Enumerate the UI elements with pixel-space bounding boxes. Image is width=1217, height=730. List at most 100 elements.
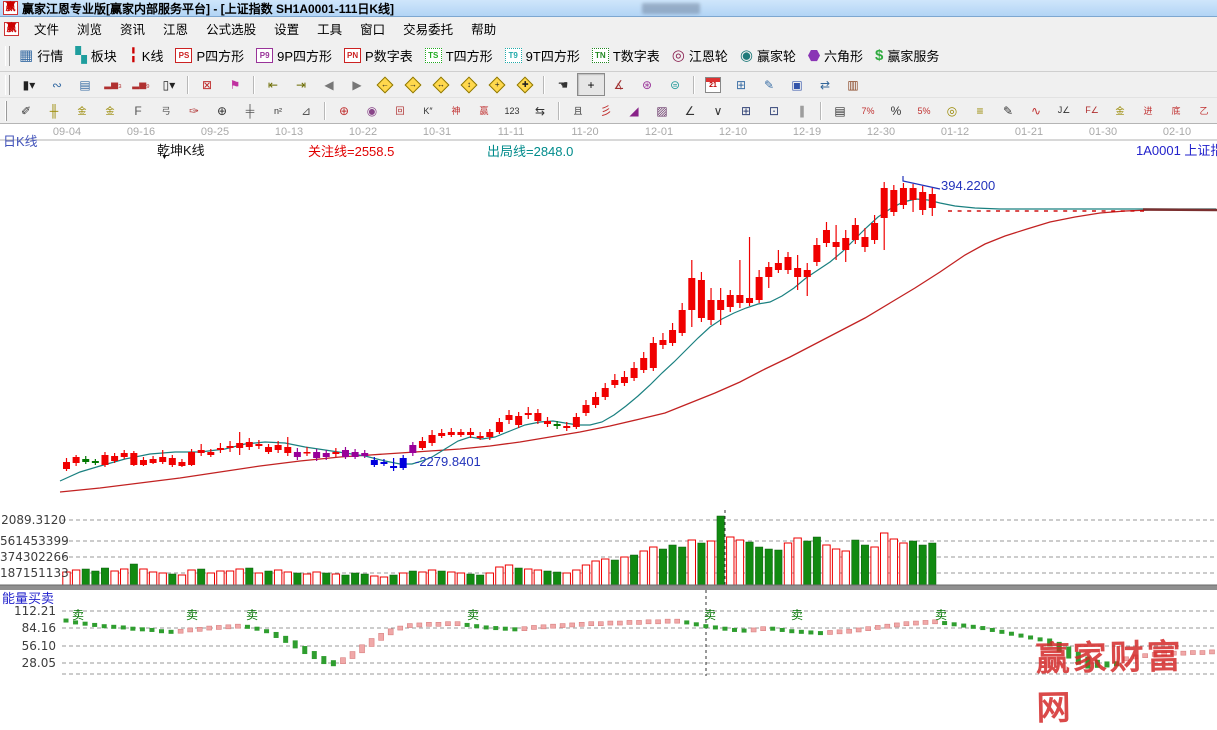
kline-style-dropdown[interactable]: ▮▾ xyxy=(15,73,43,96)
v-line-icon[interactable]: ∨ xyxy=(704,99,732,122)
next-bar-button[interactable]: ▶ xyxy=(343,73,371,96)
angle-line-icon[interactable]: ∠ xyxy=(676,99,704,122)
jin-angle-icon[interactable]: 进 xyxy=(1134,99,1162,122)
zoom-all-icon[interactable]: ✚ xyxy=(511,73,539,96)
toolbar-item-p-square[interactable]: PSP四方形 xyxy=(171,44,252,67)
brush-icon[interactable]: ✎ xyxy=(994,99,1022,122)
clipboard-icon[interactable]: ▤ xyxy=(71,73,99,96)
toolbar-item-hexagon[interactable]: 六角形 xyxy=(804,44,871,67)
bow-grid-icon[interactable]: 弓 xyxy=(152,99,180,122)
toolbar-item-gann-wheel[interactable]: ◎江恩轮 xyxy=(668,44,736,67)
fan-icon[interactable]: ◢ xyxy=(620,99,648,122)
target-red-icon[interactable]: ⊕ xyxy=(330,99,358,122)
spiral-icon[interactable]: ◉ xyxy=(358,99,386,122)
clock-target-icon[interactable]: ⊕ xyxy=(208,99,236,122)
save-icon[interactable]: ▣ xyxy=(783,73,811,96)
di-angle-icon[interactable]: 底 xyxy=(1162,99,1190,122)
toolbar-item-winner-service[interactable]: $赢家服务 xyxy=(871,44,947,67)
n2-grid-icon[interactable]: n² xyxy=(264,99,292,122)
menu-item-设置[interactable]: 设置 xyxy=(265,16,308,41)
gold-lines-icon[interactable]: ≡ xyxy=(966,99,994,122)
notes-icon[interactable]: ✎ xyxy=(755,73,783,96)
five-percent-icon[interactable]: 5% xyxy=(910,99,938,122)
crosshair-icon[interactable]: + xyxy=(577,73,605,96)
kline-type-caret-icon[interactable]: ▼ xyxy=(161,154,168,161)
menu-item-江恩[interactable]: 江恩 xyxy=(154,16,197,41)
grid-b-icon[interactable]: ⊡ xyxy=(760,99,788,122)
zoom-h-icon[interactable]: ↔ xyxy=(427,73,455,96)
fan-box-icon[interactable]: ▨ xyxy=(648,99,676,122)
ying-grid-icon[interactable]: 赢 xyxy=(470,99,498,122)
f-grid-icon[interactable]: F xyxy=(124,99,152,122)
box-spiral-icon[interactable]: 回 xyxy=(386,99,414,122)
range-arrows-icon[interactable]: ⇆ xyxy=(526,99,554,122)
chart-9-icon[interactable]: ▂▅₉ xyxy=(127,73,155,96)
toolbar-item-winner-wheel[interactable]: ◉赢家轮 xyxy=(736,44,804,67)
knot-tool-icon[interactable]: ⊜ xyxy=(661,73,689,96)
toolbar-item-9p-square[interactable]: P99P四方形 xyxy=(252,44,340,67)
mirror-angle-icon[interactable]: ⊿ xyxy=(292,99,320,122)
trend-knot-icon[interactable]: ∾ xyxy=(43,73,71,96)
menu-item-帮助[interactable]: 帮助 xyxy=(462,16,505,41)
gold-grid-icon[interactable]: 金 xyxy=(68,99,96,122)
gann-grid-icon[interactable]: ╫ xyxy=(40,99,68,122)
chart-3-icon[interactable]: ▂▅₃ xyxy=(99,73,127,96)
toolbar-grip[interactable] xyxy=(5,101,7,121)
menu-item-窗口[interactable]: 窗口 xyxy=(351,16,394,41)
histogram-flag-icon[interactable]: ⚑ xyxy=(221,73,249,96)
toolbar-item-sectors[interactable]: ▚板块 xyxy=(71,44,125,67)
number-grid-icon[interactable]: 123 xyxy=(498,99,526,122)
parallel-lines-icon[interactable]: ∥ xyxy=(788,99,816,122)
gold-circle-icon[interactable]: ◎ xyxy=(938,99,966,122)
menu-item-浏览[interactable]: 浏览 xyxy=(68,16,111,41)
menu-item-工具[interactable]: 工具 xyxy=(308,16,351,41)
toolbar-grip[interactable] xyxy=(5,46,10,66)
hash-grid-icon[interactable]: ╪ xyxy=(236,99,264,122)
menu-item-公式选股[interactable]: 公式选股 xyxy=(197,16,265,41)
j-angle-icon[interactable]: J∠ xyxy=(1050,99,1078,122)
zoom-in-icon[interactable]: + xyxy=(483,73,511,96)
last-bar-button[interactable]: ⇥ xyxy=(287,73,315,96)
pan-hand-icon[interactable]: ☚ xyxy=(549,73,577,96)
pen-tool-icon[interactable]: ✐ xyxy=(12,99,40,122)
toolbar-grip[interactable] xyxy=(5,75,10,95)
rays-icon[interactable]: 彡 xyxy=(592,99,620,122)
yi-angle-icon[interactable]: 乙 xyxy=(1190,99,1217,122)
menu-item-资讯[interactable]: 资讯 xyxy=(111,16,154,41)
shen-grid-icon[interactable]: 神 xyxy=(442,99,470,122)
toolbar-item-kline[interactable]: ╏K线 xyxy=(125,44,172,67)
marker-tool-icon[interactable]: ✑ xyxy=(180,99,208,122)
gann-shape-icon[interactable]: ⊛ xyxy=(633,73,661,96)
f-angle-icon[interactable]: F∠ xyxy=(1078,99,1106,122)
gold-angle-icon[interactable]: 金 xyxy=(1106,99,1134,122)
wave-icon[interactable]: ∿ xyxy=(1022,99,1050,122)
toolbar-item-quotes[interactable]: ▦行情 xyxy=(15,44,71,67)
seven-percent-icon[interactable]: 7% xyxy=(854,99,882,122)
menu-item-交易委托[interactable]: 交易委托 xyxy=(394,16,462,41)
zoom-left-icon[interactable]: ← xyxy=(371,73,399,96)
angle-measure-icon[interactable]: ∡ xyxy=(605,73,633,96)
order-icon[interactable]: ▥ xyxy=(839,73,867,96)
transfer-icon[interactable]: ⇄ xyxy=(811,73,839,96)
toolbar-item-t-table[interactable]: TNT数字表 xyxy=(588,44,668,67)
toolbar-item-p-table[interactable]: PNP数字表 xyxy=(340,44,421,67)
first-bar-button[interactable]: ⇤ xyxy=(259,73,287,96)
menu-item-文件[interactable]: 文件 xyxy=(25,16,68,41)
gold-grid2-icon[interactable]: 金 xyxy=(96,99,124,122)
prev-bar-button[interactable]: ◀ xyxy=(315,73,343,96)
price-frame-icon[interactable]: 且 xyxy=(564,99,592,122)
percent-icon[interactable]: % xyxy=(882,99,910,122)
grid-a-icon[interactable]: ⊞ xyxy=(732,99,760,122)
kline-chart-canvas[interactable] xyxy=(0,124,1217,676)
chart-area[interactable]: 09-0409-1609-2510-1310-2210-3111-1111-20… xyxy=(0,124,1217,676)
toolbar-item-t-square[interactable]: TST四方形 xyxy=(421,44,501,67)
calendar-icon[interactable]: 21 xyxy=(699,73,727,96)
percent-list-icon[interactable]: ▤ xyxy=(826,99,854,122)
candle-type-dropdown[interactable]: ▯▾ xyxy=(155,73,183,96)
zoom-v-icon[interactable]: ↕ xyxy=(455,73,483,96)
pattern-icon[interactable]: ⊠ xyxy=(193,73,221,96)
toolbar-item-9t-square[interactable]: T99T四方形 xyxy=(501,44,588,67)
zoom-right-icon[interactable]: → xyxy=(399,73,427,96)
calculator-icon[interactable]: ⊞ xyxy=(727,73,755,96)
k-quote-icon[interactable]: K″ xyxy=(414,99,442,122)
